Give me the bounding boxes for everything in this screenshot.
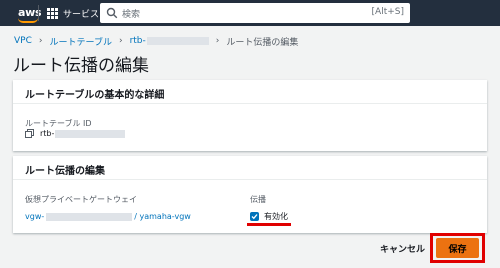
panel-title: ルート伝播の編集 — [13, 156, 487, 180]
search-placeholder: 検索 — [122, 10, 141, 20]
search-icon — [106, 7, 118, 19]
search-input[interactable]: 検索 [Alt+S] — [100, 3, 410, 23]
save-button[interactable]: 保存 — [436, 238, 479, 258]
vgw-name-link[interactable]: / yamaha-vgw — [134, 212, 191, 221]
breadcrumb: VPC › ルートテーブル › rtb- › ルート伝播の編集 — [14, 34, 298, 48]
aws-smile-icon — [18, 18, 38, 23]
top-nav: aws サービス 検索 [Alt+S] — [0, 0, 500, 26]
route-table-id-text: rtb- — [40, 129, 55, 138]
route-table-id-value: rtb- — [25, 129, 126, 138]
redacted-block — [146, 36, 209, 45]
chevron-right-icon: › — [38, 36, 43, 46]
panel-title: ルートテーブルの基本的な詳細 — [13, 80, 487, 104]
enable-propagation-checkbox[interactable]: 有効化 — [250, 211, 288, 222]
route-table-id-label: ルートテーブル ID — [25, 119, 92, 128]
copy-icon[interactable] — [25, 129, 34, 138]
grid-icon — [47, 7, 58, 19]
vgw-column-header: 仮想プライベートゲートウェイ — [25, 195, 137, 204]
breadcrumb-current: ルート伝播の編集 — [226, 37, 299, 48]
checkbox-checked-icon — [250, 212, 259, 221]
aws-logo[interactable]: aws — [8, 3, 42, 23]
cancel-button[interactable]: キャンセル — [380, 242, 425, 255]
breadcrumb-route-table-id-text: rtb- — [129, 36, 146, 46]
propagation-column-header: 伝播 — [250, 195, 266, 204]
search-shortcut: [Alt+S] — [371, 7, 404, 17]
route-table-details-panel: ルートテーブルの基本的な詳細 ルートテーブル ID rtb- — [13, 80, 487, 151]
nav-divider — [38, 5, 39, 21]
vgw-value: vgw- / yamaha-vgw — [25, 212, 191, 221]
redacted-block — [46, 212, 133, 221]
chevron-right-icon: › — [118, 36, 123, 46]
chevron-right-icon: › — [215, 36, 220, 46]
redacted-block — [55, 129, 126, 138]
checkbox-label: 有効化 — [264, 212, 288, 221]
services-label: サービス — [63, 9, 100, 20]
breadcrumb-vpc[interactable]: VPC — [14, 36, 32, 46]
highlight-underline — [247, 223, 291, 226]
route-propagation-panel: ルート伝播の編集 仮想プライベートゲートウェイ 伝播 vgw- / yamaha-… — [13, 156, 487, 233]
vgw-link[interactable]: vgw- — [25, 212, 44, 221]
page-title: ルート伝播の編集 — [13, 56, 149, 76]
breadcrumb-route-table-id[interactable]: rtb- — [130, 36, 209, 46]
services-menu-button[interactable]: サービス — [47, 4, 99, 22]
breadcrumb-route-tables[interactable]: ルートテーブル — [49, 35, 111, 48]
